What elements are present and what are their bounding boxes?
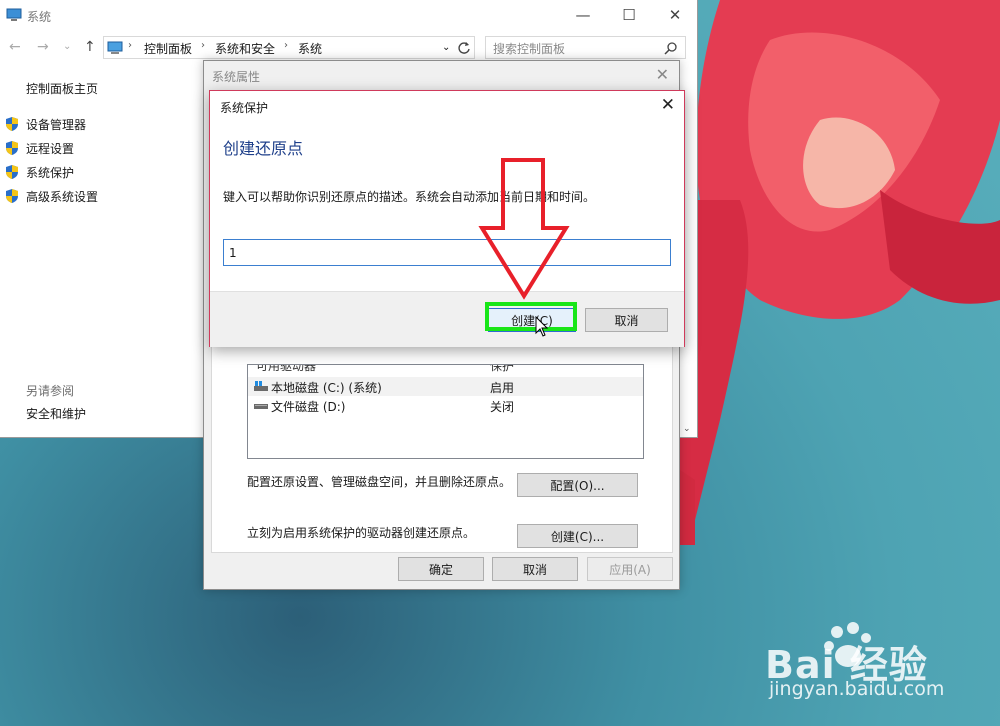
search-input[interactable]: 搜索控制面板 <box>485 36 686 59</box>
sidebar-item-label: 高级系统设置 <box>26 189 99 204</box>
window-title: 系统 <box>27 10 52 24</box>
close-button[interactable]: ✕ <box>652 0 698 30</box>
scroll-down-icon[interactable]: ⌄ <box>683 424 691 434</box>
dialog-title: 系统保护 <box>220 101 269 115</box>
create-restore-point-button[interactable]: 创建(C)... <box>517 524 638 548</box>
cancel-button[interactable]: 取消 <box>492 557 578 581</box>
shield-icon <box>6 189 18 203</box>
drive-icon <box>254 404 268 409</box>
drive-protection-status: 启用 <box>490 381 515 395</box>
sidebar-item-advanced-settings[interactable]: 高级系统设置 <box>4 187 98 205</box>
drive-list[interactable]: 可用驱动器 保护 本地磁盘 (C:) (系统) 启用 文件磁盘 (D:) 关闭 <box>247 364 644 459</box>
mouse-cursor-icon <box>535 316 549 337</box>
dialog-footer: 创建(C) 取消 <box>210 291 684 347</box>
control-panel-home-link[interactable]: 控制面板主页 <box>26 80 98 97</box>
dialog-heading: 创建还原点 <box>223 139 304 158</box>
system-window-titlebar[interactable]: 系统 — ☐ ✕ <box>0 0 698 32</box>
column-header-drive: 可用驱动器 <box>256 364 317 373</box>
shield-icon <box>6 117 18 131</box>
recent-locations-icon[interactable]: ⌄ <box>63 41 71 52</box>
drive-protection-status: 关闭 <box>490 400 515 414</box>
restore-point-description-input[interactable] <box>223 239 671 266</box>
annotation-arrow-icon <box>478 158 570 300</box>
watermark-url: jingyan.baidu.com <box>769 678 945 700</box>
minimize-button[interactable]: — <box>560 0 606 30</box>
breadcrumb-control-panel[interactable]: 控制面板 <box>144 40 192 57</box>
drive-name: 文件磁盘 (D:) <box>271 400 346 414</box>
baidu-jingyan-watermark: Bai 经验 jingyan.baidu.com <box>765 620 980 710</box>
address-row: ← → ⌄ ↑ › 控制面板 › 系统和安全 › 系统 ⌄ 搜索控制面板 <box>0 36 698 60</box>
apply-button[interactable]: 应用(A) <box>587 557 673 581</box>
refresh-icon[interactable] <box>457 41 471 55</box>
see-also-heading: 另请参阅 <box>26 384 75 398</box>
back-icon[interactable]: ← <box>9 39 21 55</box>
breadcrumb-system-security[interactable]: 系统和安全 <box>215 40 275 57</box>
forward-icon[interactable]: → <box>37 39 49 55</box>
breadcrumb-separator: › <box>284 40 288 51</box>
breadcrumb-system[interactable]: 系统 <box>298 40 322 57</box>
sidebar-item-label: 设备管理器 <box>26 117 87 132</box>
search-placeholder: 搜索控制面板 <box>493 42 566 56</box>
wallpaper-flower <box>680 0 1000 545</box>
security-maintenance-link[interactable]: 安全和维护 <box>26 405 86 422</box>
sidebar-item-device-manager[interactable]: 设备管理器 <box>4 115 86 133</box>
sidebar-item-remote-settings[interactable]: 远程设置 <box>4 139 74 157</box>
table-row[interactable]: 本地磁盘 (C:) (系统) 启用 <box>248 377 643 396</box>
shield-icon <box>6 141 18 155</box>
up-icon[interactable]: ↑ <box>84 39 96 55</box>
breadcrumb-separator: › <box>128 40 132 51</box>
sidebar-item-label: 远程设置 <box>26 141 75 156</box>
create-description: 立刻为启用系统保护的驱动器创建还原点。 <box>247 526 476 540</box>
create-restore-point-dialog: 系统保护 ✕ 创建还原点 键入可以帮助你识别还原点的描述。系统会自动添加当前日期… <box>209 90 685 347</box>
address-bar[interactable]: › 控制面板 › 系统和安全 › 系统 ⌄ <box>103 36 475 59</box>
highlight-box <box>485 302 577 331</box>
sidebar-item-label: 系统保护 <box>26 165 75 180</box>
close-icon[interactable]: ✕ <box>656 65 669 84</box>
computer-icon <box>6 8 22 21</box>
breadcrumb-separator: › <box>201 40 205 51</box>
configure-description: 配置还原设置、管理磁盘空间，并且删除还原点。 <box>247 475 512 489</box>
maximize-button[interactable]: ☐ <box>606 0 652 30</box>
system-drive-icon <box>254 381 268 391</box>
chevron-down-icon[interactable]: ⌄ <box>442 42 450 53</box>
control-panel-icon <box>107 41 123 54</box>
search-icon <box>664 42 677 55</box>
cancel-button[interactable]: 取消 <box>585 308 668 332</box>
ok-button[interactable]: 确定 <box>398 557 484 581</box>
column-header-protection: 保护 <box>490 364 515 373</box>
close-icon[interactable]: ✕ <box>661 95 675 115</box>
table-row[interactable]: 文件磁盘 (D:) 关闭 <box>248 396 643 415</box>
sidebar-item-system-protection[interactable]: 系统保护 <box>4 163 74 181</box>
drive-name: 本地磁盘 (C:) (系统) <box>271 381 382 395</box>
configure-button[interactable]: 配置(O)... <box>517 473 638 497</box>
dialog-title: 系统属性 <box>212 70 261 84</box>
drive-list-header: 可用驱动器 保护 <box>248 364 643 377</box>
shield-icon <box>6 165 18 179</box>
